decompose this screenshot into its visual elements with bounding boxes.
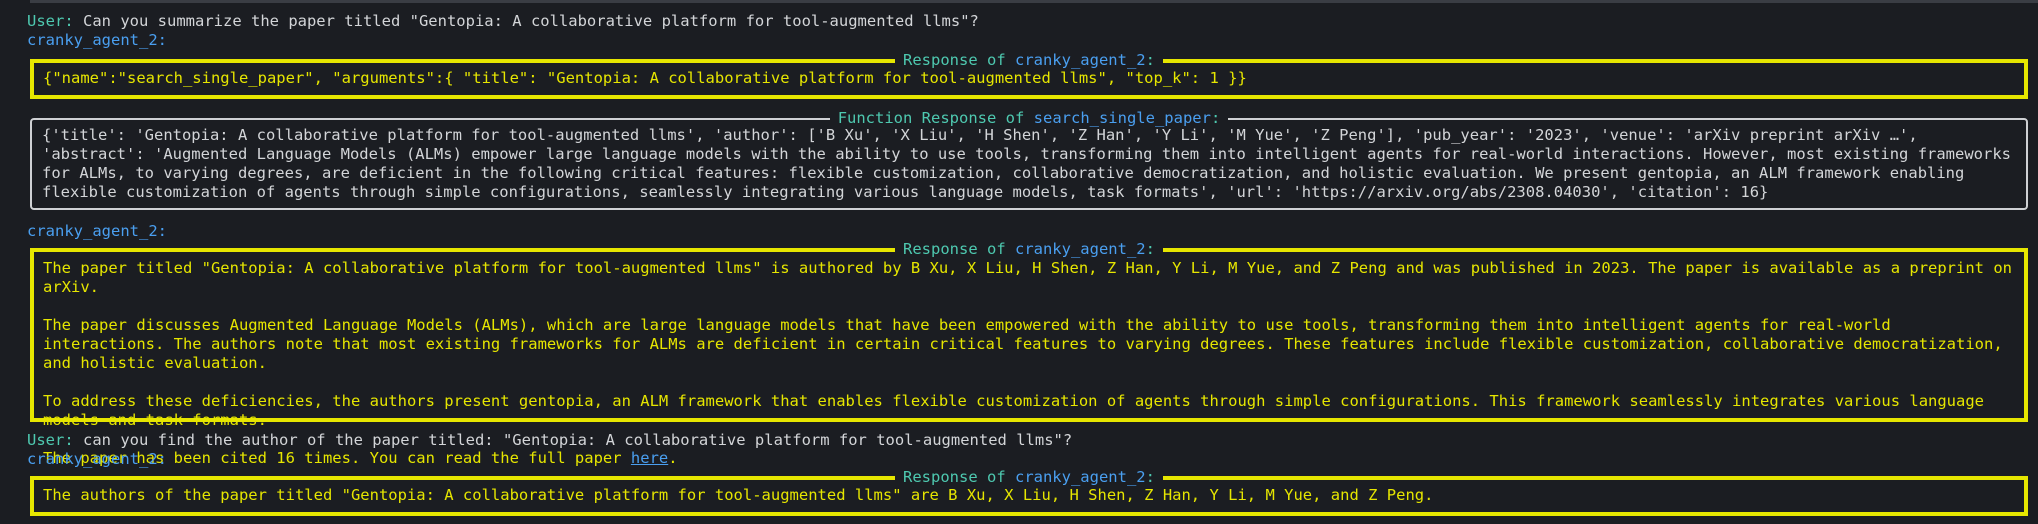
agent-label-1: cranky_agent_2:: [27, 31, 167, 50]
title-suffix: :: [1145, 468, 1155, 486]
user-label: User:: [27, 12, 74, 30]
title-agent-name: cranky_agent_2: [1014, 51, 1146, 69]
title-prefix: Response of: [903, 51, 1015, 69]
user-message-1: User: Can you summarize the paper titled…: [27, 12, 979, 31]
function-response-text: {'title': 'Gentopia: A collaborative pla…: [42, 126, 2012, 201]
agent-colon: :: [157, 450, 167, 468]
answer-paragraph: To address these deficiencies, the autho…: [43, 392, 1985, 429]
title-suffix: :: [1145, 51, 1155, 69]
answer-paragraph: The paper has been cited 16 times. You c…: [43, 449, 2015, 468]
agent-label-2: cranky_agent_2:: [27, 222, 167, 241]
panel-title: Function Response of search_single_paper…: [32, 109, 2026, 127]
agent-colon: :: [157, 31, 167, 49]
title-prefix: Response of: [903, 240, 1015, 258]
user-message-text: Can you summarize the paper titled "Gent…: [83, 12, 979, 30]
agent-response-panel-2: Response of cranky_agent_2: The authors …: [30, 468, 2028, 516]
user-message-text: can you find the author of the paper tit…: [83, 431, 1073, 449]
title-function-name: search_single_paper: [1033, 109, 1211, 127]
title-suffix: :: [1210, 109, 1221, 127]
agent-response-panel: Response of cranky_agent_2: The paper ti…: [30, 240, 2028, 467]
agent-label-3: cranky_agent_2:: [27, 450, 167, 469]
panel-title: Response of cranky_agent_2:: [34, 51, 2024, 69]
user-message-2: User: can you find the author of the pap…: [27, 431, 1072, 450]
title-agent-name: cranky_agent_2: [1014, 468, 1146, 486]
title-prefix: Response of: [903, 468, 1015, 486]
answer-paragraph: The paper titled "Gentopia: A collaborat…: [43, 259, 2013, 296]
agent-name: cranky_agent_2: [27, 31, 158, 49]
title-suffix: :: [1145, 240, 1155, 258]
agent-colon: :: [157, 222, 167, 240]
title-prefix: Function Response of: [837, 109, 1034, 127]
function-response-panel: Function Response of search_single_paper…: [30, 109, 2028, 210]
agent-name: cranky_agent_2: [27, 450, 158, 468]
title-agent-name: cranky_agent_2: [1014, 240, 1146, 258]
user-label: User:: [27, 431, 74, 449]
panel-title: Response of cranky_agent_2:: [34, 468, 2024, 486]
answer-paragraph: The paper discusses Augmented Language M…: [43, 316, 2003, 372]
panel-title: Response of cranky_agent_2:: [34, 240, 2024, 258]
function-call-panel: Response of cranky_agent_2: {"name":"sea…: [30, 51, 2028, 99]
answer-text: .: [668, 449, 678, 467]
agent-name: cranky_agent_2: [27, 222, 158, 240]
previous-panel-border: [30, 0, 2038, 3]
paper-link[interactable]: here: [631, 449, 668, 467]
